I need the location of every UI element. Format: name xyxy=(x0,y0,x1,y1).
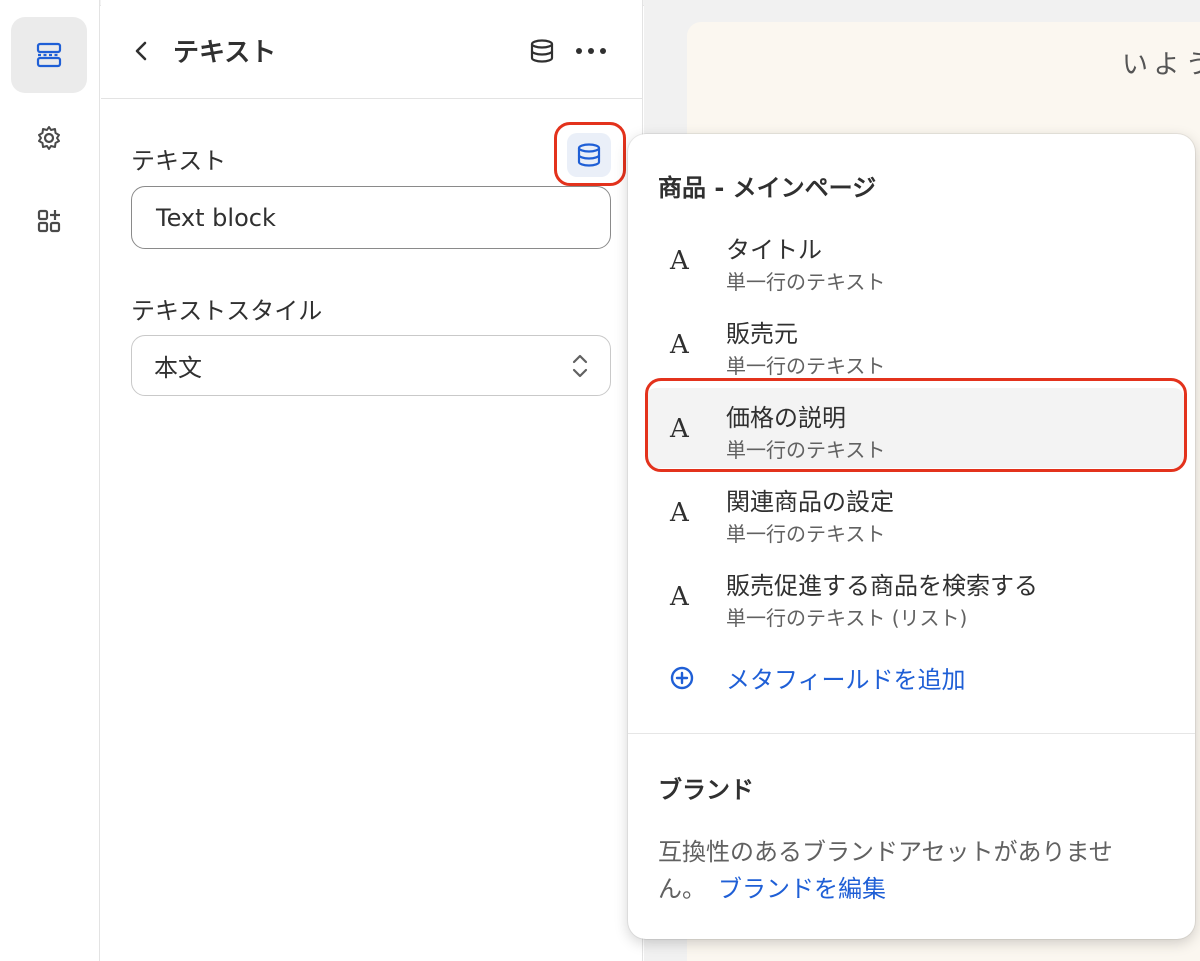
more-actions-button[interactable] xyxy=(571,36,611,66)
plus-circle-icon xyxy=(670,666,694,690)
add-metafield-label: メタフィールドを追加 xyxy=(726,666,966,694)
text-type-icon: A xyxy=(670,414,689,444)
text-style-select[interactable]: 本文 xyxy=(131,335,611,396)
option-name: タイトル xyxy=(726,236,822,264)
text-type-icon: A xyxy=(670,498,689,528)
sections-tab-button[interactable] xyxy=(11,17,87,93)
option-name: 価格の説明 xyxy=(726,404,846,432)
select-arrows-icon xyxy=(572,354,588,378)
source-option-vendor[interactable]: A 販売元 単一行のテキスト xyxy=(646,304,1184,384)
option-type: 単一行のテキスト xyxy=(726,354,886,378)
panel-header: テキスト xyxy=(101,0,643,99)
gear-icon xyxy=(38,126,60,150)
source-option-related-products[interactable]: A 関連商品の設定 単一行のテキスト xyxy=(646,472,1184,552)
source-option-promoted-products[interactable]: A 販売促進する商品を検索する 単一行のテキスト (リスト) xyxy=(646,556,1184,636)
database-icon xyxy=(577,143,601,167)
dynamic-source-popover: 商品 - メインページ A タイトル 単一行のテキスト A 販売元 単一行のテキ… xyxy=(628,134,1195,939)
connect-dynamic-source-button[interactable] xyxy=(567,133,611,177)
text-style-value: 本文 xyxy=(154,354,202,382)
page-title: テキスト xyxy=(173,38,277,68)
source-option-title[interactable]: A タイトル 単一行のテキスト xyxy=(646,220,1184,300)
divider xyxy=(628,733,1195,734)
brand-section-title: ブランド xyxy=(658,776,754,804)
text-style-label: テキストスタイル xyxy=(131,297,323,325)
text-type-icon: A xyxy=(670,330,689,360)
option-type: 単一行のテキスト xyxy=(726,522,886,546)
source-option-price-description[interactable]: A 価格の説明 単一行のテキスト xyxy=(646,388,1184,468)
option-name: 販売元 xyxy=(726,320,798,348)
option-name: 販売促進する商品を検索する xyxy=(726,572,1038,600)
text-field-label: テキスト xyxy=(131,147,227,175)
block-settings-panel: テキスト テキスト Text block テキストスタイル 本文 xyxy=(101,0,643,961)
sections-icon xyxy=(36,42,62,68)
database-icon xyxy=(530,39,554,63)
edit-brand-link[interactable]: ブランドを編集 xyxy=(718,875,886,903)
option-type: 単一行のテキスト xyxy=(726,438,886,462)
back-button[interactable] xyxy=(127,36,155,66)
brand-empty-note: 互換性のあるブランドアセットがありません。 ブランドを編集 xyxy=(658,834,1158,908)
apps-tab-button[interactable] xyxy=(11,183,87,259)
apps-icon xyxy=(37,209,61,233)
add-metafield-button[interactable]: メタフィールドを追加 xyxy=(668,660,1008,696)
dynamic-source-header-button[interactable] xyxy=(525,36,559,66)
settings-tab-button[interactable] xyxy=(11,100,87,176)
editor-sidebar-rail xyxy=(0,0,100,961)
chevron-left-icon xyxy=(135,41,147,61)
option-name: 関連商品の設定 xyxy=(726,488,894,516)
section-title: 商品 - メインページ xyxy=(658,174,877,202)
text-input[interactable]: Text block xyxy=(131,186,611,249)
text-type-icon: A xyxy=(670,246,689,276)
preview-heading: いよう xyxy=(1122,50,1200,80)
option-type: 単一行のテキスト xyxy=(726,270,886,294)
ellipsis-icon xyxy=(576,48,606,54)
text-type-icon: A xyxy=(670,582,689,612)
option-type: 単一行のテキスト (リスト) xyxy=(726,606,968,630)
